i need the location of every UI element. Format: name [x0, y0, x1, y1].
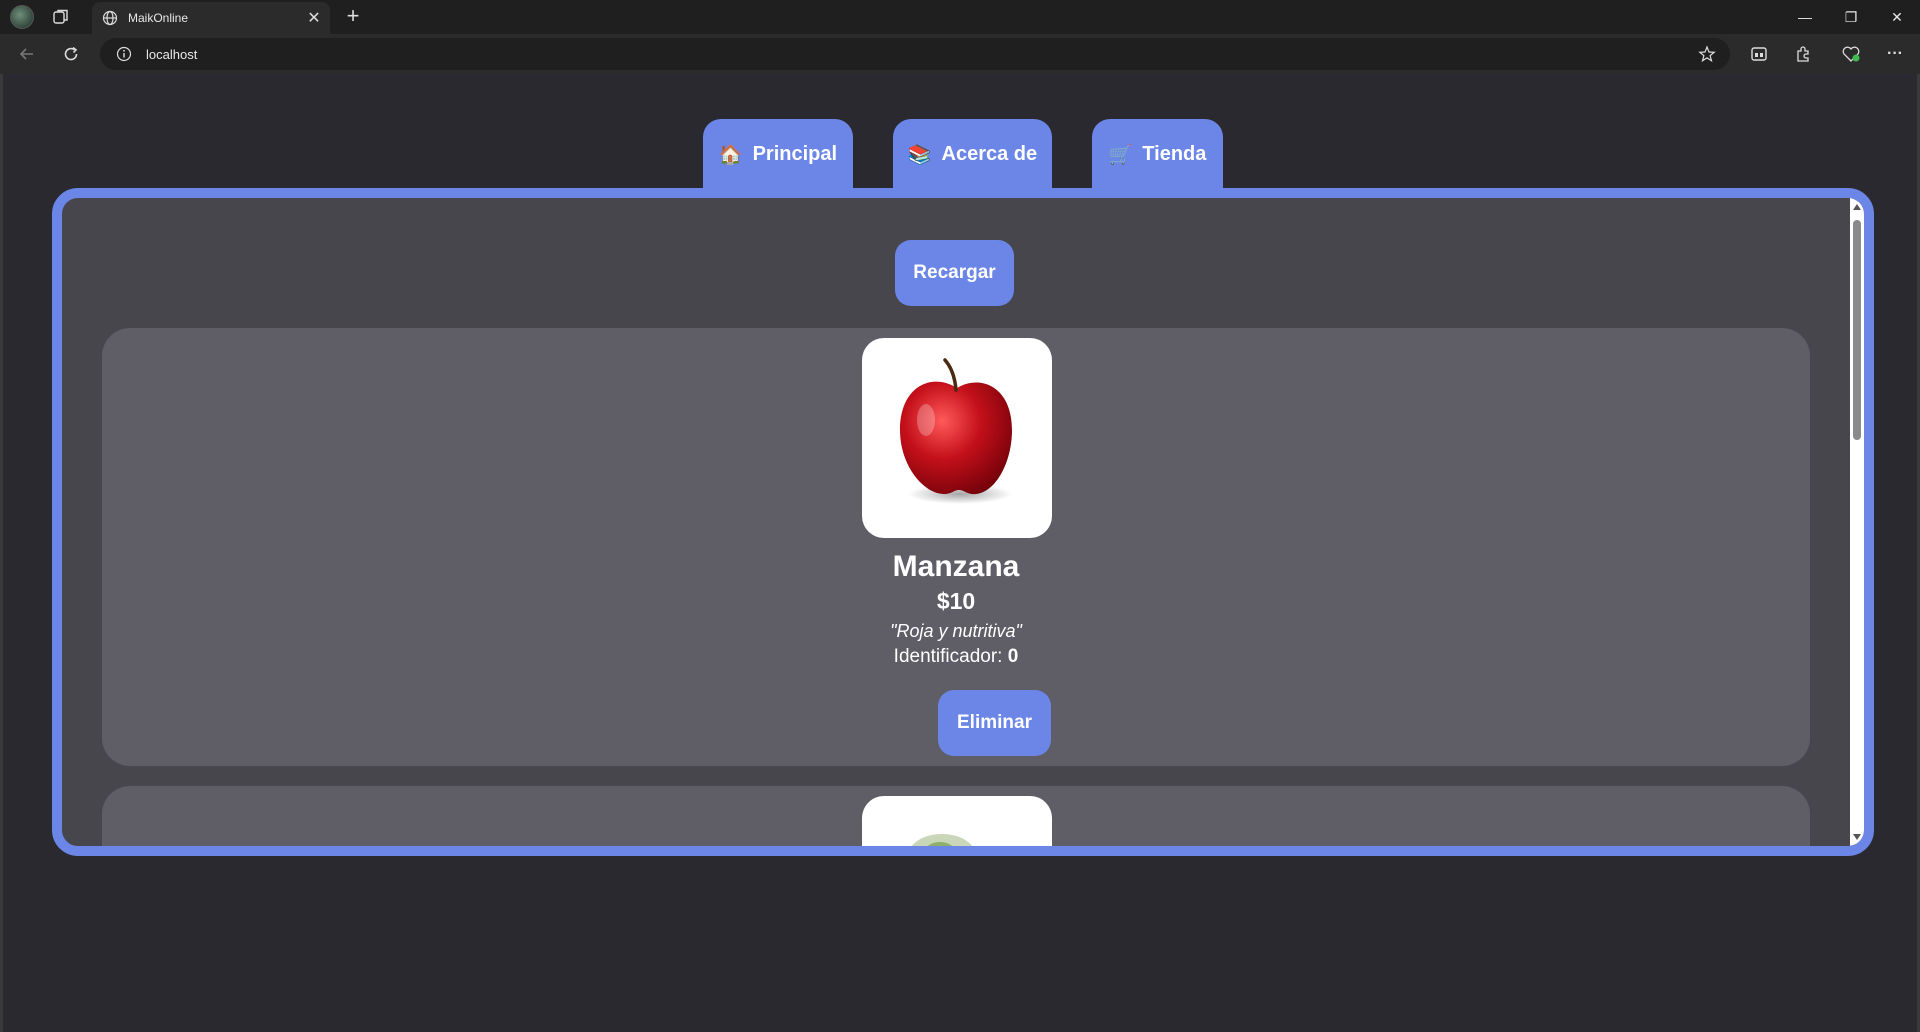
- product-card: [102, 786, 1810, 846]
- page-viewport: 🏠 Principal 📚 Acerca de 🛒 Tienda Recarga…: [0, 74, 1920, 1032]
- back-arrow-icon: [19, 48, 33, 60]
- more-menu-icon[interactable]: ···: [1884, 43, 1906, 65]
- product-identifier: Identificador: 0: [102, 646, 1810, 668]
- tab-title: MaikOnline: [128, 11, 189, 25]
- product-id-label: Identificador:: [893, 646, 1003, 667]
- panel-scrollbar[interactable]: [1850, 198, 1864, 846]
- product-price: $10: [936, 588, 976, 614]
- tab-principal[interactable]: 🏠 Principal: [703, 119, 853, 189]
- product-image: [862, 338, 1052, 538]
- red-apple-icon: [900, 358, 1012, 504]
- scroll-down-arrow-icon[interactable]: [1853, 834, 1861, 840]
- close-window-button[interactable]: ✕: [1874, 0, 1920, 34]
- extensions-icon[interactable]: [1792, 43, 1814, 65]
- product-name: Manzana: [892, 550, 1020, 583]
- product-card: Manzana $10 "Roja y nutritiva" Identific…: [102, 328, 1810, 766]
- restore-button[interactable]: ❐: [1828, 0, 1874, 34]
- green-fruit-icon: [911, 834, 973, 846]
- product-description: "Roja y nutritiva": [890, 621, 1022, 641]
- browser-tabstrip: MaikOnline ✕ + — ❐ ✕: [0, 0, 1920, 34]
- favorite-star-icon[interactable]: [1698, 45, 1716, 63]
- tab-acerca-de[interactable]: 📚 Acerca de: [893, 119, 1052, 189]
- reload-products-button[interactable]: Recargar: [895, 240, 1014, 306]
- store-panel: Recargar Manzana $10 "Roja y nutritiva" …: [52, 188, 1874, 856]
- refresh-icon: [64, 46, 78, 61]
- books-icon: 📚: [907, 145, 932, 166]
- address-bar[interactable]: localhost: [100, 38, 1730, 70]
- new-tab-button[interactable]: +: [341, 4, 365, 28]
- site-info-icon[interactable]: [116, 46, 132, 62]
- workspaces-icon[interactable]: [52, 8, 70, 26]
- back-button[interactable]: [14, 41, 40, 67]
- browser-toolbar: localhost ···: [0, 34, 1920, 74]
- shopping-cart-icon: 🛒: [1108, 145, 1133, 166]
- house-icon: 🏠: [718, 145, 743, 166]
- tab-tienda-label: Tienda: [1142, 143, 1207, 165]
- product-image: [862, 796, 1052, 846]
- tab-close-icon[interactable]: ✕: [302, 6, 326, 30]
- split-screen-icon[interactable]: [1748, 43, 1770, 65]
- scrollbar-thumb[interactable]: [1853, 220, 1861, 440]
- scroll-up-arrow-icon[interactable]: [1853, 204, 1861, 210]
- browser-essentials-icon[interactable]: [1840, 43, 1862, 65]
- delete-product-button[interactable]: Eliminar: [938, 690, 1051, 756]
- minimize-button[interactable]: —: [1782, 0, 1828, 34]
- tab-principal-label: Principal: [752, 143, 838, 165]
- reload-button[interactable]: [58, 41, 84, 67]
- tab-acerca-de-label: Acerca de: [941, 143, 1038, 165]
- globe-icon: [102, 10, 118, 26]
- url-text[interactable]: localhost: [146, 47, 1698, 62]
- browser-tab-active[interactable]: MaikOnline ✕: [92, 2, 330, 34]
- product-id-value: 0: [1007, 646, 1019, 667]
- tab-tienda[interactable]: 🛒 Tienda: [1092, 119, 1223, 189]
- profile-avatar-icon[interactable]: [10, 5, 34, 29]
